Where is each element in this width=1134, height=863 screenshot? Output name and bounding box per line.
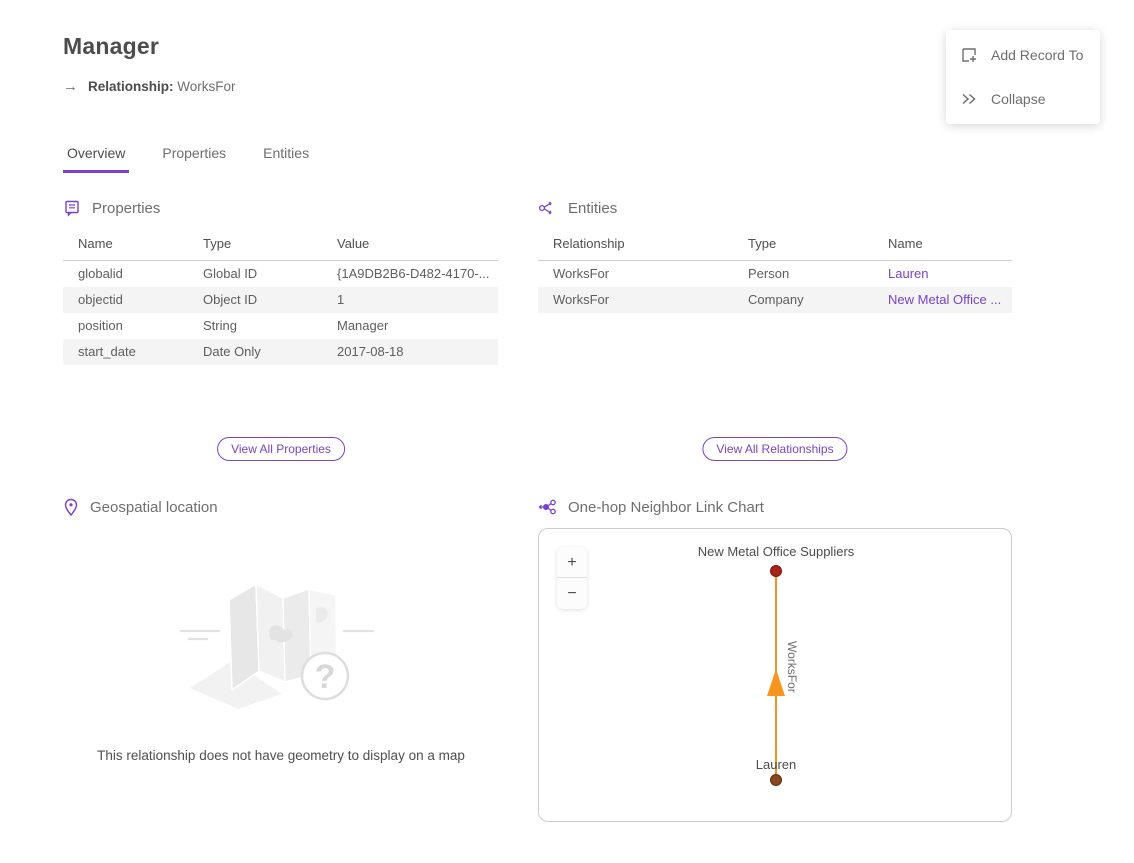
node-label-company: New Metal Office Suppliers xyxy=(698,544,855,559)
link-chart-section-header: One-hop Neighbor Link Chart xyxy=(538,498,764,516)
node-person[interactable] xyxy=(770,774,782,786)
geospatial-section-title: Geospatial location xyxy=(90,499,218,516)
cell-name: objectid xyxy=(63,287,188,313)
zoom-in-button[interactable]: + xyxy=(557,547,587,578)
entity-link[interactable]: Lauren xyxy=(873,261,1012,287)
cell-name: globalid xyxy=(63,261,188,287)
map-placeholder-illustration: ? xyxy=(160,568,400,713)
cell-value: {1A9DB2B6-D482-4170-... xyxy=(322,261,498,287)
cell-name: start_date xyxy=(63,339,188,365)
node-company[interactable] xyxy=(770,565,782,577)
link-chart-canvas[interactable]: + − New Metal Office Suppliers WorksFor … xyxy=(538,528,1012,822)
column-header: Name xyxy=(63,230,188,261)
edge-label: WorksFor xyxy=(785,641,799,693)
cell-type: Date Only xyxy=(188,339,322,365)
cell-type: Person xyxy=(733,261,873,287)
cell-name: position xyxy=(63,313,188,339)
breadcrumb: → Relationship: WorksFor xyxy=(63,78,236,95)
tab-overview[interactable]: Overview xyxy=(63,142,129,173)
subtitle-label: Relationship: xyxy=(88,79,174,94)
no-geometry-message: This relationship does not have geometry… xyxy=(97,748,465,763)
table-row: WorksFor Company New Metal Office ... xyxy=(538,287,1012,313)
menu-item-collapse[interactable]: Collapse xyxy=(960,90,1086,108)
properties-icon xyxy=(63,199,81,217)
link-chart-section-title: One-hop Neighbor Link Chart xyxy=(568,499,764,516)
menu-item-add-record-to[interactable]: Add Record To xyxy=(960,46,1086,64)
column-header: Relationship xyxy=(538,230,733,261)
double-chevron-right-icon xyxy=(960,90,978,108)
table-row: objectid Object ID 1 xyxy=(63,287,498,313)
relationship-arrow-icon: → xyxy=(63,78,78,95)
svg-text:?: ? xyxy=(315,658,336,696)
entities-section-title: Entities xyxy=(568,200,617,217)
cell-value: 2017-08-18 xyxy=(322,339,498,365)
table-row: position String Manager xyxy=(63,313,498,339)
properties-section-title: Properties xyxy=(92,200,160,217)
add-record-icon xyxy=(960,46,978,64)
cell-value: Manager xyxy=(322,313,498,339)
page-title: Manager xyxy=(63,33,159,60)
zoom-control: + − xyxy=(557,547,587,609)
cell-type: String xyxy=(188,313,322,339)
map-pin-icon xyxy=(63,498,79,517)
link-chart-icon xyxy=(538,498,557,516)
entities-table: Relationship Type Name WorksFor Person L… xyxy=(538,230,1012,313)
column-header: Name xyxy=(873,230,1012,261)
node-label-person: Lauren xyxy=(756,757,796,772)
cell-value: 1 xyxy=(322,287,498,313)
column-header: Type xyxy=(733,230,873,261)
entities-section-header: Entities xyxy=(538,199,617,217)
geospatial-section-header: Geospatial location xyxy=(63,498,218,517)
cell-type: Company xyxy=(733,287,873,313)
cell-type: Object ID xyxy=(188,287,322,313)
tab-properties[interactable]: Properties xyxy=(158,142,230,173)
context-menu: Add Record To Collapse xyxy=(946,30,1100,124)
table-row: start_date Date Only 2017-08-18 xyxy=(63,339,498,365)
tab-entities[interactable]: Entities xyxy=(259,142,313,173)
cell-relationship: WorksFor xyxy=(538,261,733,287)
column-header: Type xyxy=(188,230,322,261)
tab-bar: Overview Properties Entities xyxy=(63,142,313,173)
properties-table: Name Type Value globalid Global ID {1A9D… xyxy=(63,230,498,365)
cell-type: Global ID xyxy=(188,261,322,287)
edge-arrow-up xyxy=(767,669,785,696)
properties-section-header: Properties xyxy=(63,199,160,217)
entity-link[interactable]: New Metal Office ... xyxy=(873,287,1012,313)
view-all-relationships-button[interactable]: View All Relationships xyxy=(702,437,847,461)
table-row: WorksFor Person Lauren xyxy=(538,261,1012,287)
table-row: globalid Global ID {1A9DB2B6-D482-4170-.… xyxy=(63,261,498,287)
menu-item-label: Add Record To xyxy=(991,47,1083,63)
zoom-out-button[interactable]: − xyxy=(557,578,587,609)
entities-icon xyxy=(538,199,557,217)
column-header: Value xyxy=(322,230,498,261)
menu-item-label: Collapse xyxy=(991,91,1045,107)
view-all-properties-button[interactable]: View All Properties xyxy=(217,437,345,461)
subtitle-value: WorksFor xyxy=(177,79,235,94)
cell-relationship: WorksFor xyxy=(538,287,733,313)
